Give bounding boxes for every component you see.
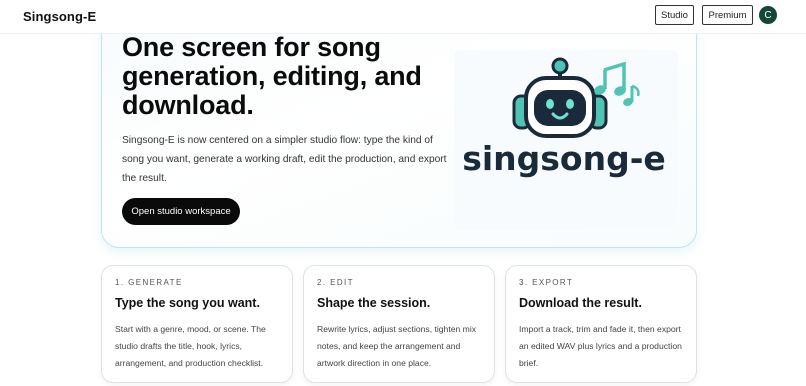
card-title: Type the song you want. [115,296,260,310]
card-step-label: 3. EXPORT [519,278,574,287]
card-step-label: 2. EDIT [317,278,354,287]
feature-card-generate: 1. GENERATE Type the song you want. Star… [101,265,293,383]
singsong-e-logo: singsong-e [462,57,666,178]
card-description: Start with a genre, mood, or scene. The … [115,324,266,368]
user-avatar[interactable]: C [759,6,777,24]
studio-button[interactable]: Studio [655,5,694,25]
feature-card-edit: 2. EDIT Shape the session. Rewrite lyric… [303,265,495,383]
card-title: Download the result. [519,296,642,310]
premium-button[interactable]: Premium [702,5,753,25]
card-description: Import a track, trim and fade it, then e… [519,324,682,368]
card-step-label: 1. GENERATE [115,278,183,287]
brand-name[interactable]: Singsong-E [23,9,96,24]
robot-headphones-music-notes-icon [512,57,640,138]
card-description: Rewrite lyrics, adjust sections, tighten… [317,324,477,368]
open-studio-workspace-button[interactable]: Open studio workspace [122,198,240,225]
hero-title: One screen for song generation, editing,… [122,32,422,120]
feature-card-export: 3. EXPORT Download the result. Import a … [505,265,697,383]
card-title: Shape the session. [317,296,431,310]
logo-wordmark: singsong-e [462,139,666,178]
hero-description: Singsong-E is now centered on a simpler … [122,135,447,184]
top-navigation-bar: Singsong-E Studio Premium C [0,0,806,34]
